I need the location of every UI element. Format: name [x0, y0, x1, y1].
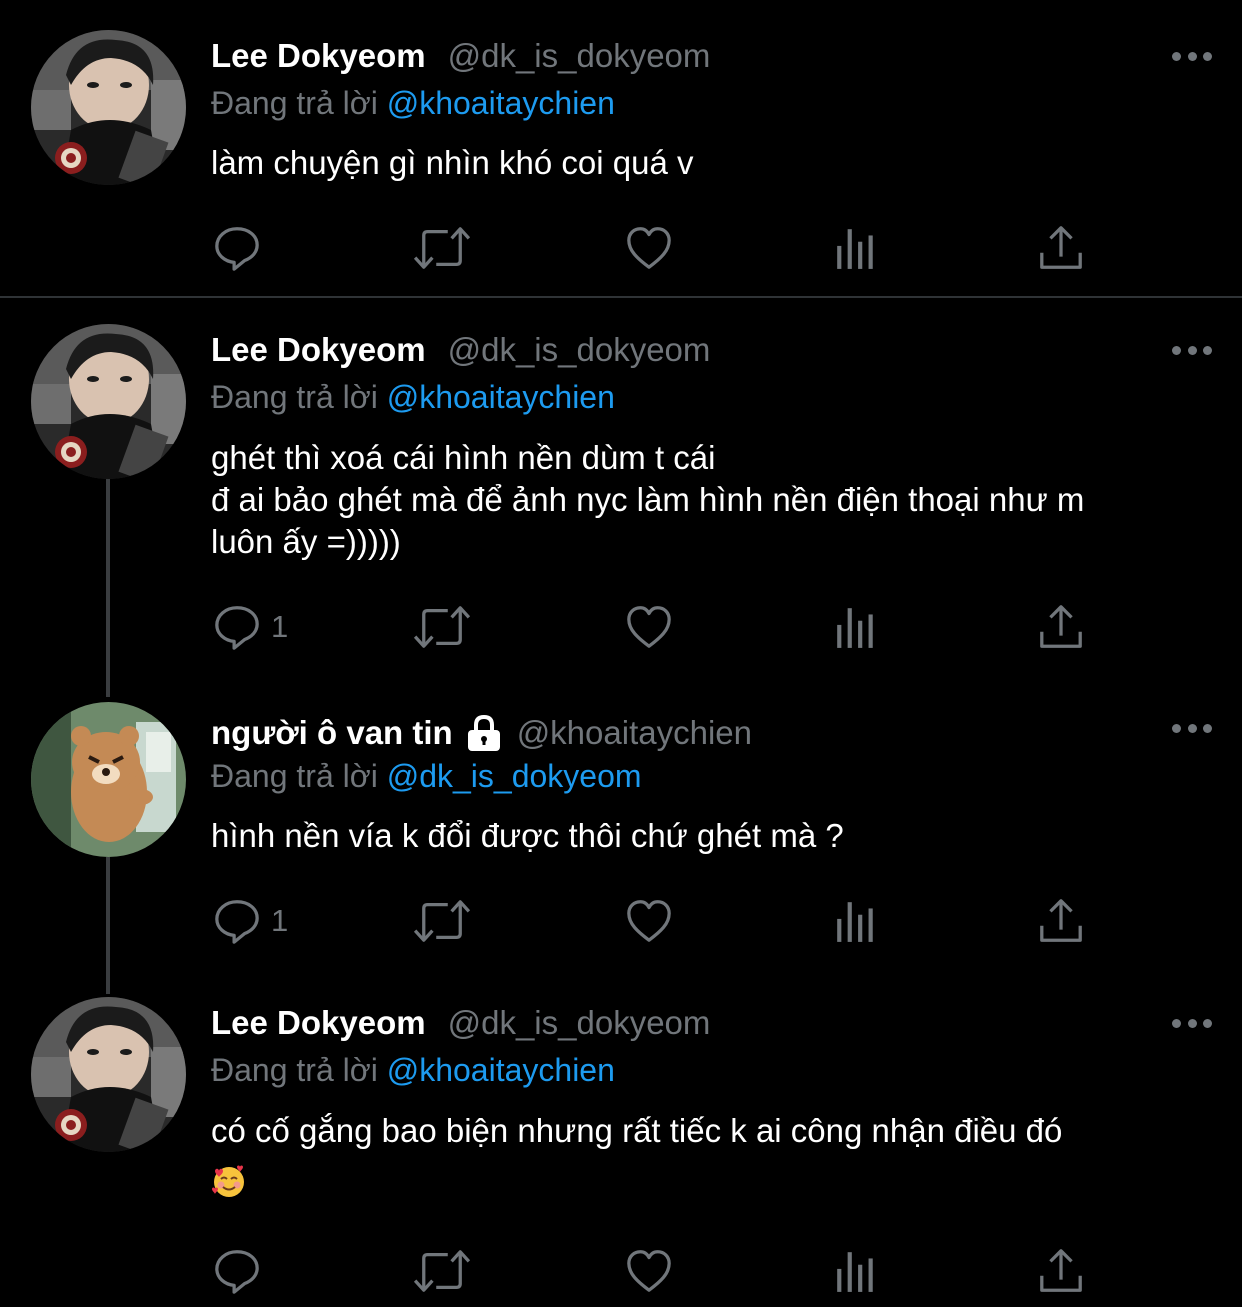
- replying-to: Đang trả lời @khoaitaychien: [211, 85, 615, 122]
- tweet-actions: [0, 1246, 1242, 1296]
- more-options-icon[interactable]: [1172, 46, 1212, 66]
- replying-prefix: Đang trả lời: [211, 85, 378, 121]
- display-name[interactable]: Lee Dokyeom: [211, 1004, 426, 1042]
- analytics-icon: [833, 604, 879, 650]
- like-icon: [625, 224, 673, 272]
- mention-link[interactable]: @khoaitaychien: [387, 379, 615, 415]
- retweet-button[interactable]: [413, 602, 471, 652]
- tweet-text: làm chuyện gì nhìn khó coi quá v: [211, 142, 1211, 184]
- more-options-icon[interactable]: [1172, 1013, 1212, 1033]
- tweet-header: Lee Dokyeom @dk_is_dokyeom: [211, 328, 710, 372]
- username-handle[interactable]: @dk_is_dokyeom: [448, 331, 711, 369]
- tweet-header: người ô van tin @khoaitaychien: [211, 711, 752, 755]
- reply-icon: [213, 603, 261, 651]
- share-button[interactable]: [1037, 602, 1085, 652]
- display-name[interactable]: người ô van tin: [211, 714, 453, 752]
- display-name[interactable]: Lee Dokyeom: [211, 331, 426, 369]
- avatar[interactable]: [31, 997, 186, 1152]
- avatar[interactable]: [31, 324, 186, 479]
- replying-prefix: Đang trả lời: [211, 379, 378, 415]
- reply-button[interactable]: 1: [213, 896, 288, 946]
- tweet-text-line: đ ai bảo ghét mà để ảnh nyc làm hình nền…: [211, 481, 1085, 518]
- username-handle[interactable]: @khoaitaychien: [517, 714, 752, 752]
- share-icon: [1037, 1247, 1085, 1295]
- reply-icon: [213, 897, 261, 945]
- lock-icon: [467, 714, 500, 751]
- retweet-icon: [413, 897, 471, 945]
- replying-prefix: Đang trả lời: [211, 1052, 378, 1088]
- thread-connector-line: [106, 479, 110, 697]
- more-options-icon[interactable]: [1172, 718, 1212, 738]
- analytics-icon: [833, 1248, 879, 1294]
- avatar[interactable]: [31, 30, 186, 185]
- tweet-text: ghét thì xoá cái hình nền dùm t cái đ ai…: [211, 437, 1211, 563]
- display-name[interactable]: Lee Dokyeom: [211, 37, 426, 75]
- analytics-button[interactable]: [833, 223, 879, 273]
- replying-prefix: Đang trả lời: [211, 758, 378, 794]
- like-button[interactable]: [625, 1246, 673, 1296]
- username-handle[interactable]: @dk_is_dokyeom: [448, 1004, 711, 1042]
- analytics-icon: [833, 225, 879, 271]
- retweet-icon: [413, 1247, 471, 1295]
- analytics-button[interactable]: [833, 602, 879, 652]
- retweet-icon: [413, 603, 471, 651]
- username-handle[interactable]: @dk_is_dokyeom: [448, 37, 711, 75]
- tweet-text-line: [211, 1158, 1211, 1200]
- tweet-text-line: hình nền vía k đổi được thôi chứ ghét mà…: [211, 817, 844, 854]
- reply-count: 1: [271, 609, 289, 644]
- tweet-text-line: ghét thì xoá cái hình nền dùm t cái: [211, 439, 716, 476]
- mention-link[interactable]: @dk_is_dokyeom: [387, 758, 642, 794]
- mention-link[interactable]: @khoaitaychien: [387, 1052, 615, 1088]
- retweet-icon: [413, 224, 471, 272]
- avatar[interactable]: [31, 702, 186, 857]
- replying-to: Đang trả lời @dk_is_dokyeom: [211, 758, 642, 795]
- share-button[interactable]: [1037, 896, 1085, 946]
- mention-link[interactable]: @khoaitaychien: [387, 85, 615, 121]
- tweet-text: hình nền vía k đổi được thôi chứ ghét mà…: [211, 815, 1211, 857]
- replying-to: Đang trả lời @khoaitaychien: [211, 1052, 615, 1089]
- tweet-text-line: có cố gắng bao biện nhưng rất tiếc k ai …: [211, 1112, 1063, 1149]
- like-button[interactable]: [625, 896, 673, 946]
- reply-button[interactable]: 1: [213, 602, 288, 652]
- like-icon: [625, 1247, 673, 1295]
- tweet-text-line: luôn ấy =))))): [211, 523, 401, 560]
- retweet-button[interactable]: [413, 1246, 471, 1296]
- reply-count: 1: [271, 903, 289, 938]
- analytics-button[interactable]: [833, 896, 879, 946]
- more-options-icon[interactable]: [1172, 340, 1212, 360]
- reply-button[interactable]: [213, 223, 271, 273]
- like-button[interactable]: [625, 602, 673, 652]
- replying-to: Đang trả lời @khoaitaychien: [211, 379, 615, 416]
- share-icon: [1037, 897, 1085, 945]
- share-button[interactable]: [1037, 223, 1085, 273]
- like-icon: [625, 897, 673, 945]
- share-icon: [1037, 603, 1085, 651]
- tweet-actions: 1: [0, 602, 1242, 652]
- tweet-text-line: làm chuyện gì nhìn khó coi quá v: [211, 144, 694, 181]
- share-button[interactable]: [1037, 1246, 1085, 1296]
- reply-button[interactable]: [213, 1246, 271, 1296]
- like-button[interactable]: [625, 223, 673, 273]
- reply-icon: [213, 224, 261, 272]
- smiling-face-with-hearts-emoji: [212, 1165, 244, 1198]
- reply-icon: [213, 1247, 261, 1295]
- tweet-header: Lee Dokyeom @dk_is_dokyeom: [211, 1001, 710, 1045]
- tweet-divider: [0, 296, 1242, 298]
- tweet-header: Lee Dokyeom @dk_is_dokyeom: [211, 34, 710, 78]
- retweet-button[interactable]: [413, 896, 471, 946]
- share-icon: [1037, 224, 1085, 272]
- retweet-button[interactable]: [413, 223, 471, 273]
- analytics-icon: [833, 898, 879, 944]
- like-icon: [625, 603, 673, 651]
- tweet-actions: 1: [0, 896, 1242, 946]
- tweet-text: có cố gắng bao biện nhưng rất tiếc k ai …: [211, 1110, 1211, 1200]
- tweet-actions: [0, 223, 1242, 273]
- analytics-button[interactable]: [833, 1246, 879, 1296]
